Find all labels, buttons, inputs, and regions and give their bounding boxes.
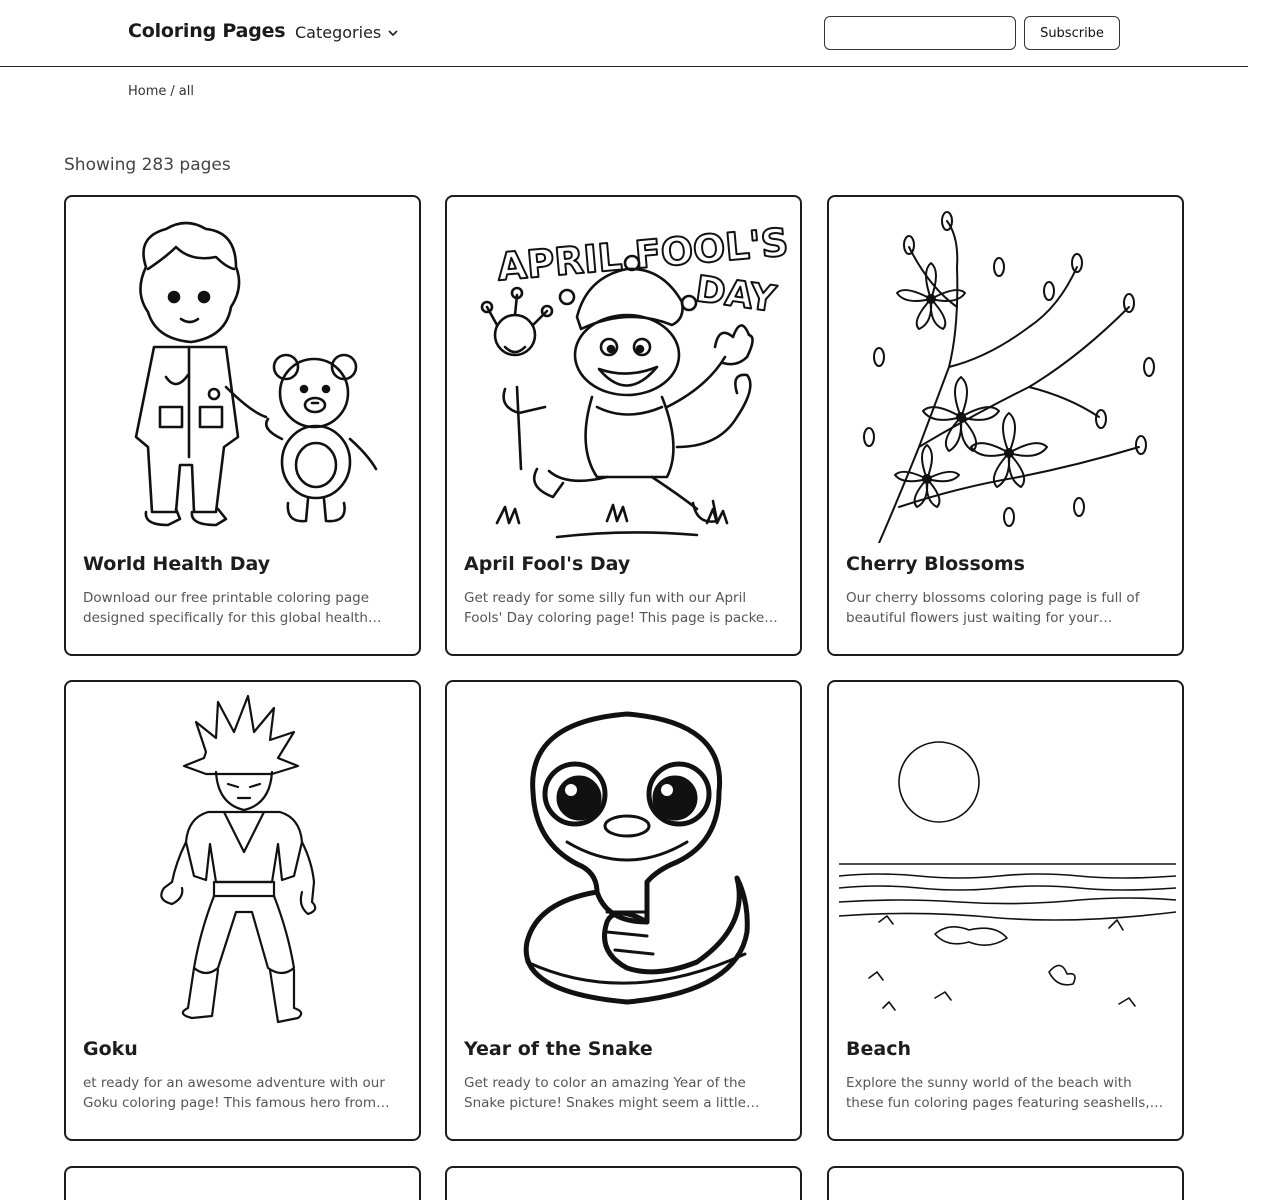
cherry-blossom-illustration bbox=[863, 211, 1155, 543]
coloring-card[interactable] bbox=[64, 1166, 421, 1200]
snake-illustration bbox=[523, 711, 750, 1005]
card-description: Get ready to color an amazing Year of th… bbox=[464, 1075, 746, 1111]
coloring-card[interactable]: Year of the Snake Get ready to color an … bbox=[445, 680, 802, 1141]
coloring-card[interactable] bbox=[827, 1166, 1184, 1200]
april-fools-art-text-line2: DAY bbox=[693, 269, 779, 321]
site-brand[interactable]: Coloring Pages bbox=[128, 20, 286, 42]
breadcrumb-home-link[interactable]: Home bbox=[128, 84, 166, 99]
card-description: Get ready for some silly fun with our Ap… bbox=[464, 590, 773, 626]
card-title[interactable]: World Health Day bbox=[83, 553, 270, 575]
card-title[interactable]: Cherry Blossoms bbox=[846, 553, 1025, 575]
card-title[interactable]: Year of the Snake bbox=[464, 1038, 653, 1060]
top-navbar: Coloring Pages Categories Subscribe bbox=[0, 0, 1248, 67]
chevron-down-icon bbox=[388, 29, 398, 36]
goku-illustration bbox=[160, 694, 317, 1024]
coloring-card[interactable]: APRIL FOOL'S DAY April Fool's Day Get re… bbox=[445, 195, 802, 656]
doctor-boy-illustration bbox=[134, 221, 378, 527]
coloring-card[interactable]: Beach Explore the sunny world of the bea… bbox=[827, 680, 1184, 1141]
categories-label: Categories bbox=[295, 23, 382, 42]
beach-illustration bbox=[839, 741, 1176, 1011]
subscribe-button[interactable]: Subscribe bbox=[1024, 16, 1120, 50]
breadcrumb: Home / all bbox=[128, 84, 194, 99]
coloring-card[interactable]: World Health Day Download our free print… bbox=[64, 195, 421, 656]
breadcrumb-separator: / bbox=[170, 84, 175, 99]
breadcrumb-current: all bbox=[178, 84, 194, 99]
card-description: et ready for an awesome adventure with o… bbox=[83, 1075, 385, 1111]
card-description: Explore the sunny world of the beach wit… bbox=[846, 1075, 1164, 1111]
results-count: Showing 283 pages bbox=[64, 155, 231, 175]
card-title[interactable]: Goku bbox=[83, 1038, 138, 1060]
card-description: Download our free printable coloring pag… bbox=[83, 590, 382, 626]
jester-monkey-illustration: APRIL FOOL'S DAY bbox=[480, 219, 791, 539]
categories-dropdown[interactable]: Categories bbox=[295, 23, 399, 42]
coloring-card[interactable]: Cherry Blossoms Our cherry blossoms colo… bbox=[827, 195, 1184, 656]
search-input[interactable] bbox=[824, 16, 1016, 50]
coloring-card[interactable] bbox=[445, 1166, 802, 1200]
coloring-card[interactable]: Goku et ready for an awesome adventure w… bbox=[64, 680, 421, 1141]
card-title[interactable]: April Fool's Day bbox=[464, 553, 630, 575]
card-description: Our cherry blossoms coloring page is ful… bbox=[846, 590, 1140, 626]
card-title[interactable]: Beach bbox=[846, 1038, 911, 1060]
